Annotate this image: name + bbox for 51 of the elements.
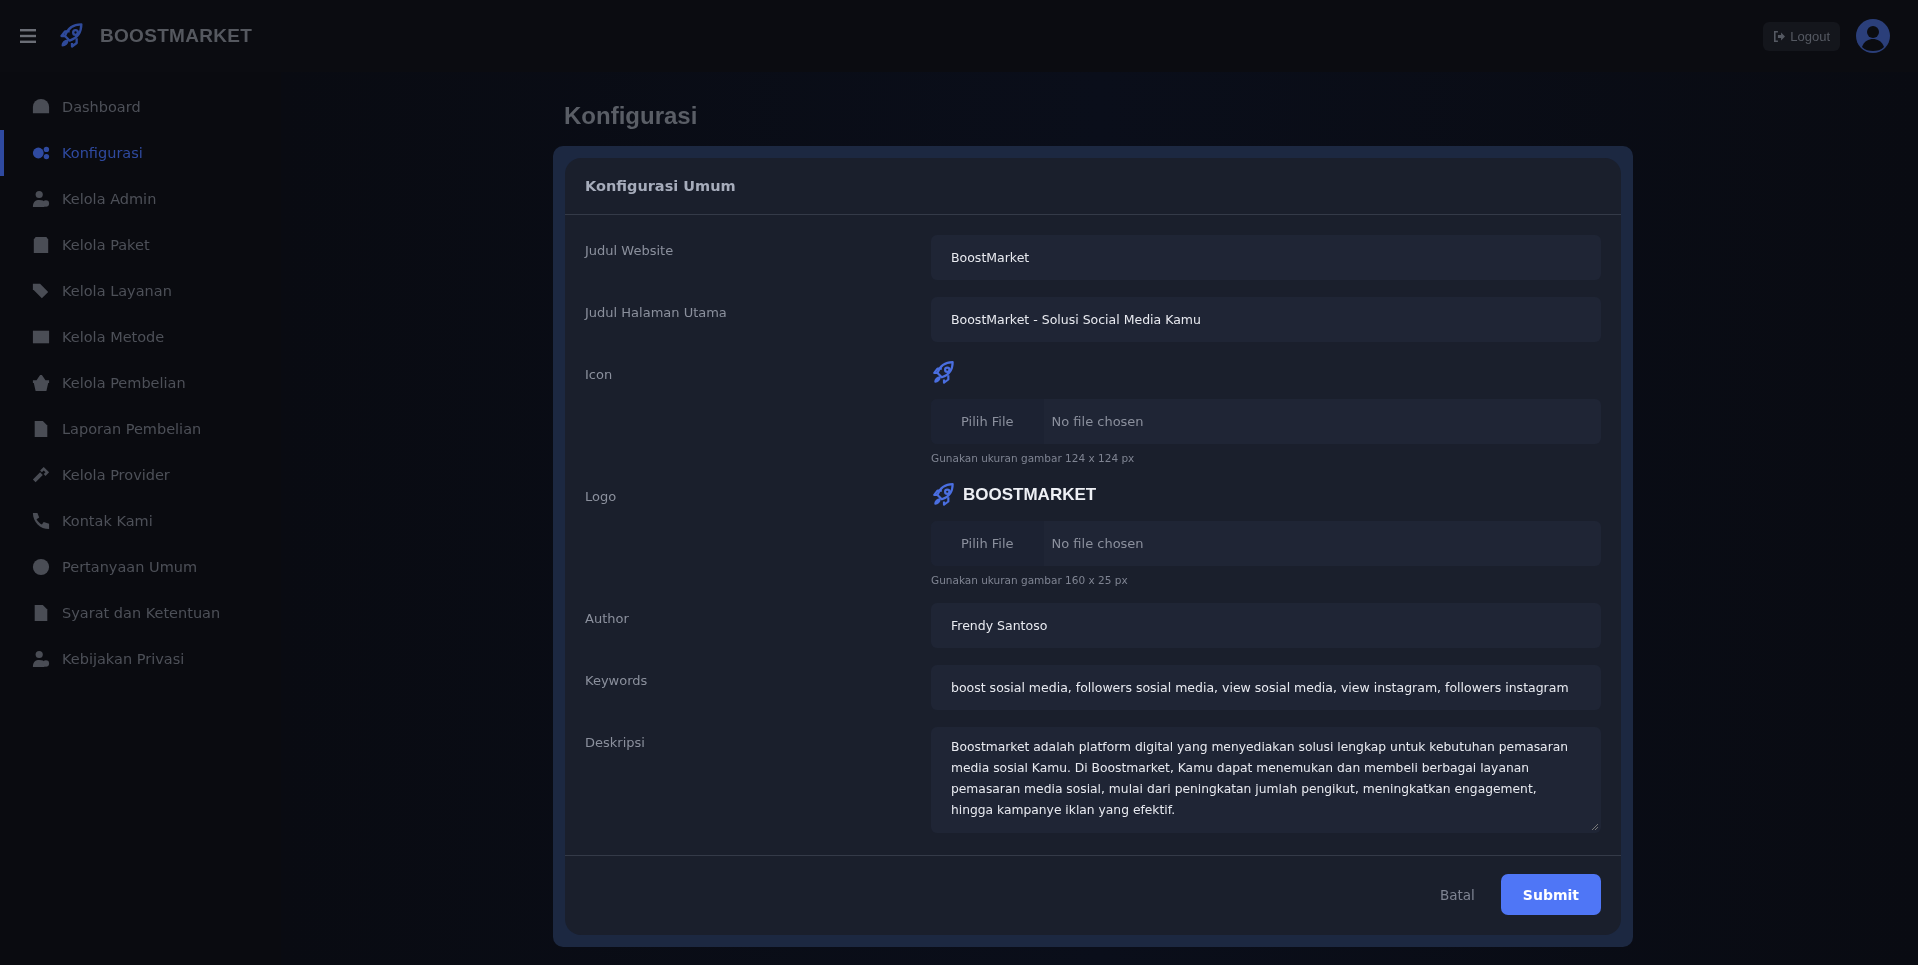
sidebar-item[interactable]: Kelola Admin xyxy=(0,176,281,222)
logout-button[interactable]: Logout xyxy=(1763,21,1840,51)
sidebar-item[interactable]: Kelola Pembelian xyxy=(0,360,281,406)
text-field[interactable]: BoostMarket - Solusi Social Media Kamu xyxy=(931,297,1601,342)
file-input[interactable]: Pilih File No file chosen xyxy=(931,521,1601,566)
field-label: Judul Website xyxy=(585,242,675,260)
field-label: Judul Halaman Utama xyxy=(585,304,728,322)
sidebar-item[interactable]: Dashboard xyxy=(0,84,281,130)
sidebar-item[interactable]: Kelola Paket xyxy=(0,222,281,268)
sidebar-item[interactable]: Kelola Provider xyxy=(0,452,281,498)
sidebar-item[interactable]: Kelola Metode xyxy=(0,314,281,360)
file-icon xyxy=(32,604,50,622)
brand-name[interactable]: BOOSTMARKET xyxy=(100,25,253,47)
menu-icon[interactable] xyxy=(20,29,36,43)
field-label: Icon xyxy=(585,366,614,384)
rocket-icon xyxy=(931,360,957,386)
sidebar-item[interactable]: Syarat dan Ketentuan xyxy=(0,590,281,636)
logout-icon xyxy=(1773,30,1787,42)
text-field[interactable]: BoostMarket xyxy=(931,235,1601,280)
text-field[interactable]: boost sosial media, followers sosial media, view sosial media, view instagram, followers instagram xyxy=(931,665,1601,710)
sidebar-item[interactable]: Kebijakan Privasi xyxy=(0,636,281,682)
field-label: Keywords xyxy=(585,672,649,690)
rocket-icon xyxy=(931,482,957,508)
text-field[interactable]: Frendy Santoso xyxy=(931,603,1601,648)
phone-icon xyxy=(32,512,50,530)
textarea-field[interactable]: Boostmarket adalah platform digital yang menyediakan solusi lengkap untuk kebutuhan pemasaran media sosial Kamu. Di Boostmarket, Kamu dapat menemukan dan membeli berbagai layanan pemasaran media sosial, mulai dari peningkatan jumlah pengikut, meningkatkan engagement, hingga kampanye iklan yang efektif. xyxy=(931,727,1601,833)
basket-icon xyxy=(32,374,50,392)
field-label: Logo xyxy=(585,488,618,506)
field-label: Deskripsi xyxy=(585,734,646,752)
card-icon xyxy=(32,328,50,346)
page-title: Konfigurasi xyxy=(564,102,699,130)
field-label: Author xyxy=(585,610,630,628)
resize-grip-icon[interactable] xyxy=(1591,823,1599,831)
question-icon xyxy=(32,558,50,576)
sidebar-item[interactable]: Kontak Kami xyxy=(0,498,281,544)
field-hint: Gunakan ukuran gambar 160 x 25 px xyxy=(931,574,1129,586)
user-gear-icon xyxy=(32,190,50,208)
cancel-button[interactable]: Batal xyxy=(1434,885,1481,904)
sidebar-item[interactable]: Laporan Pembelian xyxy=(0,406,281,452)
submit-button[interactable]: Submit xyxy=(1500,874,1601,915)
user-shield-icon xyxy=(32,650,50,668)
file-input[interactable]: Pilih File No file chosen xyxy=(931,399,1601,444)
sidebar-item[interactable]: Kelola Layanan xyxy=(0,268,281,314)
box-icon xyxy=(32,236,50,254)
tags-icon xyxy=(32,282,50,300)
logo-text: BOOSTMARKET xyxy=(963,485,1097,505)
avatar-icon[interactable] xyxy=(1856,19,1890,53)
file-icon xyxy=(32,420,50,438)
card-title: Konfigurasi Umum xyxy=(585,178,736,194)
sidebar-item[interactable]: Pertanyaan Umum xyxy=(0,544,281,590)
field-hint: Gunakan ukuran gambar 124 x 124 px xyxy=(931,452,1136,464)
